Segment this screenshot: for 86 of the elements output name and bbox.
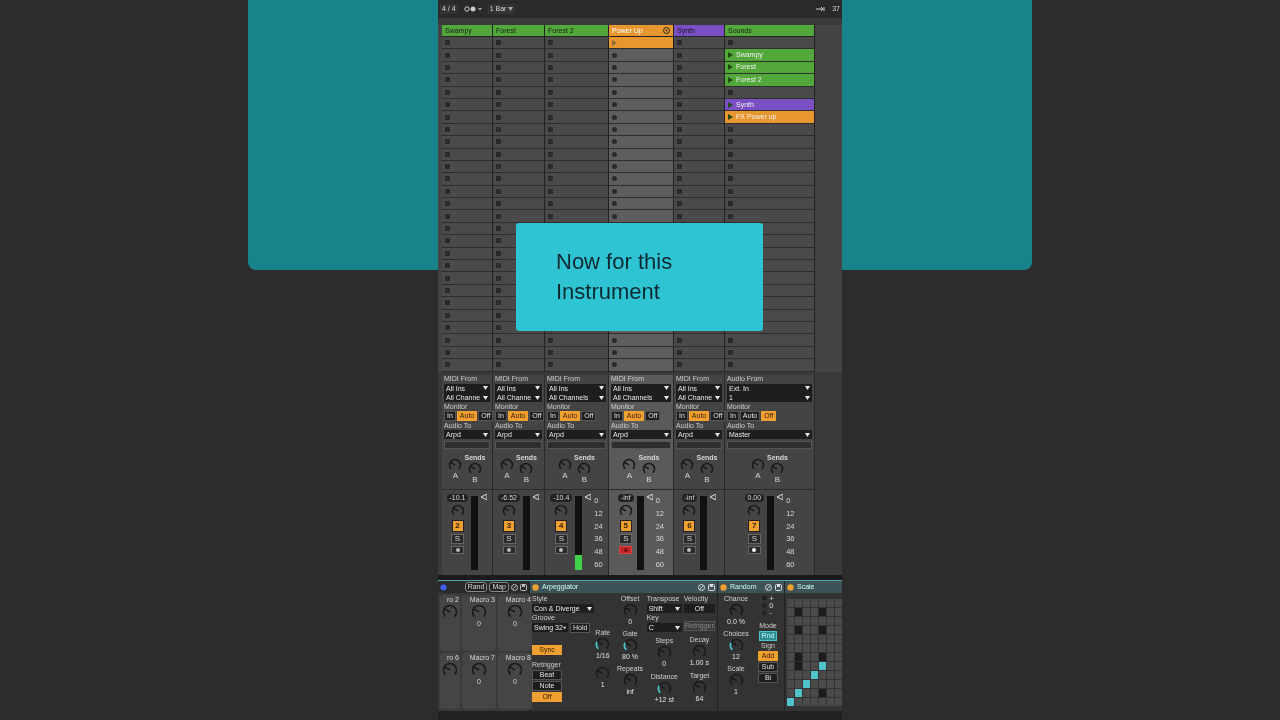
record-icon bbox=[687, 548, 692, 552]
knob[interactable] bbox=[728, 638, 744, 653]
empty-field[interactable] bbox=[495, 440, 542, 449]
solo-button[interactable]: S bbox=[451, 534, 464, 544]
empty-field[interactable] bbox=[444, 440, 490, 449]
send-label: A bbox=[562, 472, 568, 480]
knob[interactable] bbox=[595, 637, 611, 652]
fold-icon bbox=[663, 27, 670, 34]
record-icon bbox=[559, 548, 564, 552]
record-icon bbox=[507, 548, 511, 552]
arm-button[interactable] bbox=[451, 546, 464, 554]
stop-button-icon bbox=[728, 362, 733, 368]
stop-button-icon bbox=[728, 40, 733, 46]
fader-handle-icon bbox=[481, 494, 488, 500]
stop-button-icon bbox=[548, 362, 553, 368]
caret-icon bbox=[587, 606, 592, 611]
empty-field[interactable] bbox=[676, 440, 722, 449]
caret-icon bbox=[562, 625, 566, 630]
record-icon bbox=[752, 548, 757, 552]
empty-field[interactable] bbox=[547, 440, 606, 449]
fader-handle-icon bbox=[646, 494, 653, 500]
rack-dot-icon bbox=[440, 583, 447, 591]
solo-button[interactable]: S bbox=[502, 534, 516, 544]
caption-text: Now for this Instrument bbox=[556, 248, 674, 306]
send-label: B bbox=[646, 476, 652, 484]
stop-button-icon bbox=[677, 362, 682, 368]
track-activator-button[interactable]: 4 bbox=[555, 520, 568, 532]
stop-button-icon bbox=[728, 126, 733, 132]
save-icon bbox=[520, 583, 527, 591]
caret-icon bbox=[483, 432, 488, 437]
arm-button[interactable] bbox=[747, 546, 761, 554]
send-label: A bbox=[452, 472, 459, 480]
link-icon bbox=[511, 583, 518, 591]
caret-icon bbox=[805, 432, 810, 437]
save-icon bbox=[775, 583, 782, 591]
caret-icon bbox=[674, 625, 680, 630]
empty-field[interactable] bbox=[727, 440, 812, 449]
play-icon bbox=[612, 39, 617, 46]
caret-icon bbox=[664, 432, 669, 437]
fader-handle-icon bbox=[585, 494, 592, 500]
caret-icon bbox=[674, 606, 680, 611]
track-activator-button[interactable]: 2 bbox=[451, 520, 464, 532]
send-label: B bbox=[523, 476, 530, 484]
arm-button[interactable] bbox=[502, 546, 516, 554]
send-label: A bbox=[684, 472, 691, 480]
save-icon bbox=[708, 583, 715, 591]
record-button-icon bbox=[612, 362, 617, 368]
clip-slot[interactable] bbox=[609, 37, 673, 49]
solo-button[interactable]: S bbox=[619, 534, 633, 544]
stop-button-icon bbox=[445, 288, 450, 293]
stop-button-icon bbox=[496, 288, 501, 293]
fader-handle-icon bbox=[710, 494, 717, 500]
fader-handle-icon bbox=[533, 494, 539, 500]
send-label: A bbox=[755, 472, 761, 480]
caret-icon bbox=[599, 432, 604, 437]
metronome-icon bbox=[463, 6, 482, 12]
arm-button[interactable] bbox=[683, 546, 696, 554]
arm-button[interactable] bbox=[554, 546, 568, 554]
fader-handle-icon bbox=[777, 494, 784, 500]
link-icon bbox=[765, 583, 772, 591]
stop-button-icon bbox=[445, 362, 450, 368]
send-label: B bbox=[472, 476, 478, 484]
stop-button-icon bbox=[496, 362, 501, 368]
caret-icon bbox=[508, 7, 514, 11]
knob[interactable] bbox=[656, 681, 672, 696]
track-activator-button[interactable]: 5 bbox=[619, 520, 632, 532]
send-label: B bbox=[581, 476, 588, 484]
arrow-icon bbox=[816, 6, 827, 12]
send-label: A bbox=[504, 472, 510, 480]
track-activator-button[interactable]: 7 bbox=[748, 520, 761, 532]
caret-icon bbox=[535, 432, 540, 437]
record-icon bbox=[623, 548, 628, 552]
track-activator-button[interactable]: 3 bbox=[503, 520, 515, 532]
stop-button-icon bbox=[728, 89, 733, 95]
solo-button[interactable]: S bbox=[747, 534, 761, 544]
link-icon bbox=[698, 583, 705, 591]
solo-button[interactable]: S bbox=[554, 534, 568, 544]
record-icon bbox=[455, 548, 460, 552]
solo-button[interactable]: S bbox=[683, 534, 696, 544]
track-activator-button[interactable]: 6 bbox=[683, 520, 696, 532]
caret-icon bbox=[715, 432, 720, 437]
empty-field[interactable] bbox=[611, 440, 671, 449]
knob[interactable] bbox=[622, 638, 638, 653]
send-label: B bbox=[774, 476, 781, 484]
send-label: B bbox=[704, 476, 710, 484]
send-label: A bbox=[626, 472, 633, 480]
